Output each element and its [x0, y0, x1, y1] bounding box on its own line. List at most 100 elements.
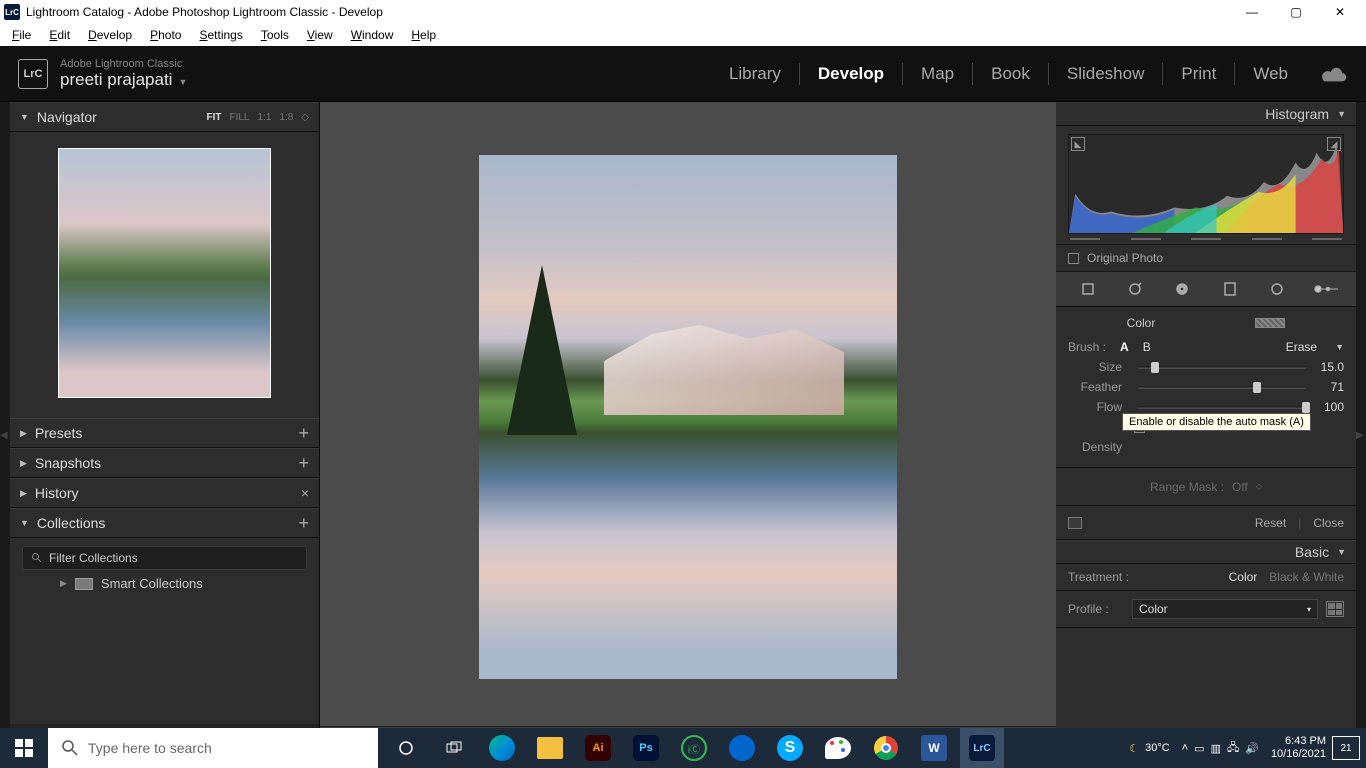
brush-b[interactable]: B [1143, 340, 1151, 354]
brush-erase[interactable]: Erase [1286, 340, 1317, 354]
menu-file[interactable]: File [4, 26, 39, 44]
module-web[interactable]: Web [1235, 64, 1306, 84]
size-slider[interactable] [1138, 366, 1306, 369]
module-develop[interactable]: Develop [800, 64, 902, 84]
collapse-icon: ▼ [20, 112, 29, 122]
left-collapse-handle[interactable]: ◀ [0, 430, 10, 441]
battery-icon[interactable]: ▥ [1211, 742, 1221, 755]
crop-tool-icon[interactable] [1074, 277, 1102, 301]
radial-tool-icon[interactable] [1263, 277, 1291, 301]
volume-icon[interactable]: 🔊 [1245, 742, 1259, 755]
menu-help[interactable]: Help [403, 26, 444, 44]
flow-slider[interactable] [1138, 406, 1306, 409]
menu-tools[interactable]: Tools [253, 26, 297, 44]
module-map[interactable]: Map [903, 64, 972, 84]
meet-now-icon[interactable]: ▭ [1194, 742, 1204, 755]
menu-develop[interactable]: Develop [80, 26, 140, 44]
weather-widget[interactable]: ☾30°C [1129, 742, 1169, 755]
profile-label: Profile : [1068, 602, 1132, 616]
network-icon[interactable]: 🖧 [1227, 739, 1239, 758]
mask-reset-button[interactable]: Reset [1255, 516, 1286, 530]
histogram-header[interactable]: Histogram▼ [1056, 102, 1356, 126]
nav-zoom-icon[interactable]: ◇ [301, 112, 309, 123]
image-canvas[interactable] [320, 102, 1056, 726]
redeye-tool-icon[interactable] [1168, 277, 1196, 301]
nav-1-8[interactable]: 1:8 [279, 112, 293, 123]
nav-fill[interactable]: FILL [229, 112, 249, 123]
treatment-bw[interactable]: Black & White [1269, 570, 1344, 584]
module-library[interactable]: Library [711, 64, 799, 84]
clock[interactable]: 6:43 PM10/16/2021 [1271, 735, 1326, 761]
paint-icon[interactable] [816, 728, 860, 768]
menu-window[interactable]: Window [343, 26, 402, 44]
profile-select[interactable]: Color▾ [1132, 599, 1318, 619]
original-photo-checkbox[interactable]: Original Photo [1056, 244, 1356, 271]
menu-edit[interactable]: Edit [41, 26, 78, 44]
edge-icon[interactable] [480, 728, 524, 768]
close-window-button[interactable]: ✕ [1318, 0, 1362, 24]
menu-view[interactable]: View [299, 26, 341, 44]
module-slideshow[interactable]: Slideshow [1049, 64, 1163, 84]
illustrator-icon[interactable]: Ai [576, 728, 620, 768]
brush-options-icon[interactable]: ▼ [1335, 342, 1344, 352]
explorer-icon[interactable] [528, 728, 572, 768]
spot-tool-icon[interactable] [1121, 277, 1149, 301]
task-view-icon[interactable] [432, 728, 476, 768]
navigator-header[interactable]: ▼ Navigator FIT FILL 1:1 1:8 ◇ [10, 102, 319, 132]
treatment-color[interactable]: Color [1229, 570, 1258, 584]
collections-header[interactable]: ▼Collections+ [10, 508, 319, 538]
smart-collections-row[interactable]: ▶ Smart Collections [10, 572, 319, 595]
snapshots-add-icon[interactable]: + [298, 453, 309, 474]
nav-fit[interactable]: FIT [206, 112, 221, 123]
gradient-tool-icon[interactable] [1216, 277, 1244, 301]
feather-slider[interactable] [1138, 386, 1306, 389]
skype-icon[interactable]: S [768, 728, 812, 768]
minimize-button[interactable]: — [1230, 0, 1274, 24]
mask-switch[interactable] [1068, 517, 1082, 529]
word-icon[interactable]: W [912, 728, 956, 768]
right-collapse-handle[interactable]: ▶ [1356, 430, 1366, 441]
chrome-icon[interactable] [864, 728, 908, 768]
range-mask-row[interactable]: Range Mask :Off◇ [1056, 468, 1356, 506]
menu-photo[interactable]: Photo [142, 26, 189, 44]
menu-settings[interactable]: Settings [191, 26, 250, 44]
user-name[interactable]: preeti prajapati [60, 70, 172, 89]
filter-collections-input[interactable]: Filter Collections [22, 546, 307, 570]
app-icon-blue[interactable] [720, 728, 764, 768]
navigator-preview[interactable] [10, 132, 319, 418]
user-dropdown-icon[interactable]: ▼ [178, 77, 187, 87]
collections-add-icon[interactable]: + [298, 513, 309, 534]
tool-strip [1056, 271, 1356, 307]
window-title: Lightroom Catalog - Adobe Photoshop Ligh… [26, 5, 383, 19]
mask-color-swatch[interactable] [1255, 318, 1285, 328]
snapshots-header[interactable]: ▶Snapshots+ [10, 448, 319, 478]
profile-browser-icon[interactable] [1326, 601, 1344, 617]
tray-expand-icon[interactable]: ˄ [1182, 742, 1188, 754]
presets-header[interactable]: ▶Presets+ [10, 418, 319, 448]
app-icon: LrC [4, 4, 20, 20]
cortana-icon[interactable] [384, 728, 428, 768]
mask-close-button[interactable]: Close [1313, 516, 1344, 530]
history-header[interactable]: ▶History× [10, 478, 319, 508]
mask-color-label: Color [1127, 316, 1156, 330]
start-button[interactable] [0, 728, 48, 768]
basic-header[interactable]: Basic▼ [1056, 540, 1356, 564]
taskbar-search[interactable]: Type here to search [48, 728, 378, 768]
module-book[interactable]: Book [973, 64, 1048, 84]
cloud-sync-icon[interactable] [1320, 65, 1348, 83]
brush-a[interactable]: A [1120, 340, 1129, 354]
search-icon [62, 740, 78, 756]
brush-mask-panel: Color Brush : A B Erase ▼ Size15.0 Feath… [1056, 307, 1356, 468]
maximize-button[interactable]: ▢ [1274, 0, 1318, 24]
notifications-icon[interactable]: 21 [1332, 736, 1360, 760]
brush-tool-icon[interactable] [1310, 277, 1338, 301]
lightroom-taskbar-icon[interactable]: LrC [960, 728, 1004, 768]
photoshop-icon[interactable]: Ps [624, 728, 668, 768]
presets-add-icon[interactable]: + [298, 423, 309, 444]
app-icon-green[interactable]: iⒸ [672, 728, 716, 768]
history-clear-icon[interactable]: × [301, 485, 309, 501]
navigator-title: Navigator [37, 109, 207, 125]
module-print[interactable]: Print [1163, 64, 1234, 84]
histogram[interactable]: ◣ ◢ [1068, 134, 1344, 234]
nav-1-1[interactable]: 1:1 [257, 112, 271, 123]
